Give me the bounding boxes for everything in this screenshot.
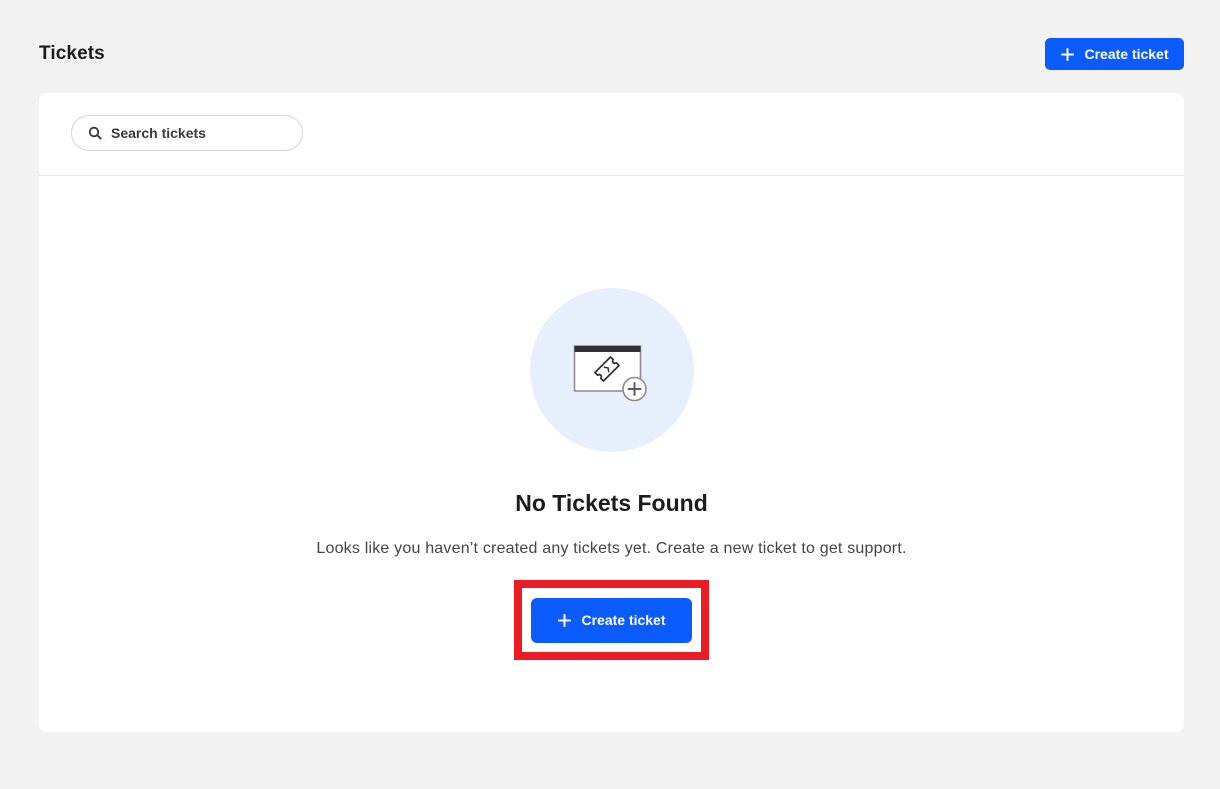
create-ticket-highlight: Create ticket xyxy=(514,580,709,660)
empty-state-description: Looks like you haven’t created any ticke… xyxy=(316,540,907,557)
search-box[interactable] xyxy=(71,115,303,151)
tickets-toolbar xyxy=(39,93,1184,176)
tickets-card: No Tickets Found Looks like you haven’t … xyxy=(39,93,1184,732)
create-ticket-button-label: Create ticket xyxy=(581,612,666,628)
page-title: Tickets xyxy=(39,43,105,64)
page-header: Tickets Create ticket xyxy=(39,38,1184,70)
ticket-add-icon xyxy=(573,345,647,402)
search-icon xyxy=(88,126,102,140)
empty-state: No Tickets Found Looks like you haven’t … xyxy=(39,288,1184,558)
create-ticket-button-header[interactable]: Create ticket xyxy=(1045,38,1184,70)
create-ticket-button-label: Create ticket xyxy=(1084,46,1169,62)
plus-icon xyxy=(557,613,571,627)
plus-icon xyxy=(1060,47,1074,61)
empty-state-title: No Tickets Found xyxy=(515,490,708,516)
create-ticket-button-empty-state[interactable]: Create ticket xyxy=(531,597,692,643)
search-input[interactable] xyxy=(111,125,281,141)
empty-state-illustration xyxy=(529,288,694,452)
